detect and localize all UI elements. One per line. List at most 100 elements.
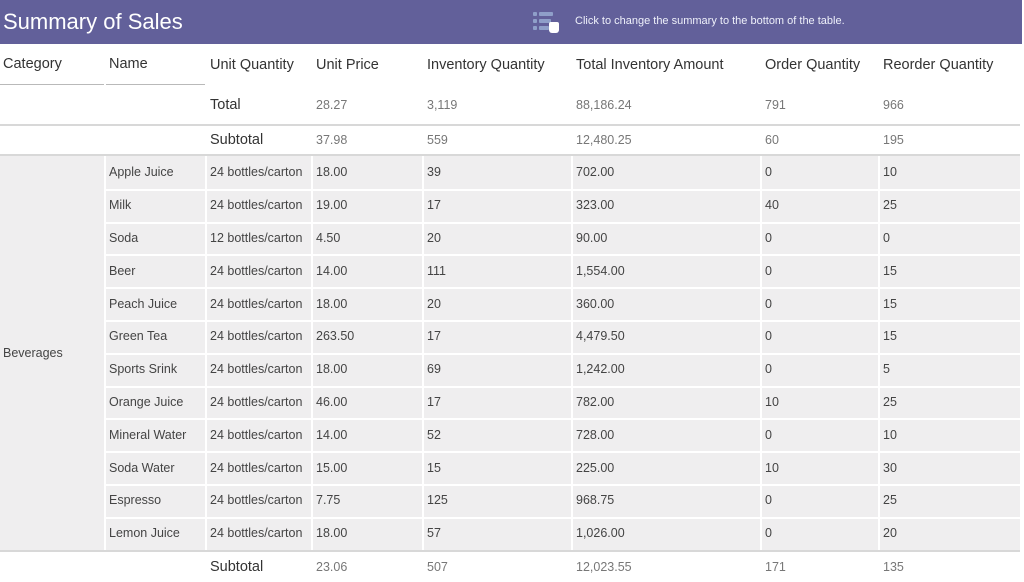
report-header: Summary of Sales Click to change the sum… — [0, 0, 1022, 44]
table-row: Peach Juice 24 bottles/carton 18.00 20 360.0… — [0, 287, 1024, 320]
cell-unit-price: 14.00 — [316, 263, 348, 278]
cell-total-inventory-amount: 360.00 — [576, 296, 615, 311]
summary-position-toggle[interactable]: Click to change the summary to the botto… — [533, 8, 845, 36]
column-header-reorder-quantity[interactable]: Reorder Quantity — [880, 44, 1022, 86]
summary-reorder-quantity: 966 — [883, 98, 904, 112]
row-separator — [106, 484, 1020, 486]
cell-total-inventory-amount: 90.00 — [576, 230, 608, 245]
column-separator — [311, 156, 313, 550]
table-row: Beer 24 bottles/carton 14.00 111 1,554.00 0 15 — [0, 254, 1024, 287]
cell-inventory-quantity: 20 — [427, 230, 441, 245]
cell-name: Milk — [109, 198, 132, 213]
cell-inventory-quantity: 111 — [427, 263, 447, 278]
cell-name: Apple Juice — [109, 165, 174, 180]
cell-order-quantity: 0 — [765, 329, 772, 344]
cell-unit-price: 18.00 — [316, 165, 348, 180]
column-header-order-quantity[interactable]: Order Quantity — [762, 44, 878, 86]
cell-unit-quantity: 12 bottles/carton — [210, 230, 303, 245]
cell-inventory-quantity: 17 — [427, 329, 441, 344]
row-separator — [106, 418, 1020, 421]
summary-position-hint[interactable]: Click to change the summary to the botto… — [575, 15, 845, 27]
column-header-unit-quantity[interactable]: Unit Quantity — [207, 44, 311, 86]
summary-reorder-quantity: 195 — [883, 133, 904, 147]
column-separator — [205, 156, 207, 550]
cell-reorder-quantity: 25 — [883, 394, 897, 409]
row-separator — [106, 352, 1020, 355]
cell-order-quantity: 0 — [765, 427, 772, 442]
cell-reorder-quantity: 15 — [883, 263, 897, 278]
cell-name: Soda — [109, 230, 139, 245]
cell-reorder-quantity: 20 — [883, 526, 897, 541]
cell-inventory-quantity: 125 — [427, 493, 448, 508]
table-row: Milk 24 bottles/carton 19.00 17 323.00 40 25 — [0, 189, 1024, 222]
cell-total-inventory-amount: 782.00 — [576, 394, 615, 409]
summary-unit-price: 23.06 — [316, 559, 348, 574]
column-separator — [878, 156, 880, 550]
cell-order-quantity: 0 — [765, 526, 772, 541]
cell-reorder-quantity: 25 — [883, 198, 897, 213]
cell-unit-price: 18.00 — [316, 362, 348, 377]
cell-name: Mineral Water — [109, 427, 187, 442]
row-separator — [106, 320, 1020, 322]
cell-name: Lemon Juice — [109, 526, 180, 541]
cell-unit-quantity: 24 bottles/carton — [210, 198, 303, 213]
cell-unit-price: 4.50 — [316, 230, 341, 245]
cell-total-inventory-amount: 323.00 — [576, 198, 615, 213]
cell-inventory-quantity: 17 — [427, 394, 441, 409]
cell-total-inventory-amount: 728.00 — [576, 427, 615, 442]
cell-total-inventory-amount: 4,479.50 — [576, 329, 625, 344]
cell-order-quantity: 10 — [765, 394, 779, 409]
cell-name: Orange Juice — [109, 394, 184, 409]
summary-label: Total — [210, 97, 241, 113]
summary-position-icon[interactable] — [533, 10, 563, 34]
summary-total-inventory-amount: 12,480.25 — [576, 133, 632, 147]
cell-inventory-quantity: 15 — [427, 460, 441, 475]
summary-order-quantity: 791 — [765, 98, 786, 112]
summary-label: Subtotal — [210, 558, 264, 575]
column-header-name[interactable]: Name — [106, 44, 205, 85]
table-row: Mineral Water 24 bottles/carton 14.00 52 728… — [0, 418, 1024, 451]
cell-unit-price: 263.50 — [316, 329, 355, 344]
cell-reorder-quantity: 10 — [883, 165, 897, 180]
summary-order-quantity: 60 — [765, 133, 779, 147]
cell-total-inventory-amount: 1,026.00 — [576, 526, 625, 541]
cell-total-inventory-amount: 1,242.00 — [576, 362, 625, 377]
cell-reorder-quantity: 15 — [883, 296, 897, 311]
cell-reorder-quantity: 0 — [883, 230, 890, 245]
column-header-total-inventory-amount[interactable]: Total Inventory Amount — [573, 44, 760, 86]
cell-name: Beer — [109, 263, 136, 278]
summary-total-inventory-amount: 88,186.24 — [576, 98, 632, 112]
cell-name: Espresso — [109, 493, 162, 508]
cell-unit-price: 15.00 — [316, 460, 348, 475]
summary-reorder-quantity: 135 — [883, 559, 904, 574]
column-separator — [422, 156, 424, 550]
column-header-category[interactable]: Category — [0, 44, 104, 85]
cell-name: Sports Srink — [109, 362, 178, 377]
cell-unit-quantity: 24 bottles/carton — [210, 165, 303, 180]
cell-name: Soda Water — [109, 460, 175, 475]
row-separator — [106, 385, 1020, 388]
cell-unit-quantity: 24 bottles/carton — [210, 296, 303, 311]
column-header-row: Category Name Unit Quantity Unit Price Inven… — [0, 44, 1024, 86]
cell-unit-price: 46.00 — [316, 394, 348, 409]
cell-inventory-quantity: 39 — [427, 165, 441, 180]
row-separator — [106, 254, 1020, 257]
pointer-hand-icon — [549, 22, 559, 33]
cell-order-quantity: 0 — [765, 165, 772, 180]
cell-total-inventory-amount: 1,554.00 — [576, 263, 625, 278]
row-separator — [106, 221, 1020, 224]
table-row: Green Tea 24 bottles/carton 263.50 17 4,479.… — [0, 320, 1024, 353]
column-header-inventory-quantity[interactable]: Inventory Quantity — [424, 44, 571, 86]
cell-unit-quantity: 24 bottles/carton — [210, 362, 303, 377]
subtotal-row: Subtotal 37.98 559 12,480.25 60 195 — [0, 126, 1024, 154]
cell-unit-quantity: 24 bottles/carton — [210, 427, 303, 442]
column-header-unit-price[interactable]: Unit Price — [313, 44, 422, 86]
cell-unit-quantity: 24 bottles/carton — [210, 460, 303, 475]
table-row: Espresso 24 bottles/carton 7.75 125 968.75 0 2… — [0, 484, 1024, 517]
cell-order-quantity: 0 — [765, 230, 772, 245]
cell-unit-price: 18.00 — [316, 296, 348, 311]
cell-unit-quantity: 24 bottles/carton — [210, 394, 303, 409]
cell-reorder-quantity: 25 — [883, 493, 897, 508]
row-separator — [106, 451, 1020, 454]
cell-total-inventory-amount: 968.75 — [576, 493, 615, 508]
